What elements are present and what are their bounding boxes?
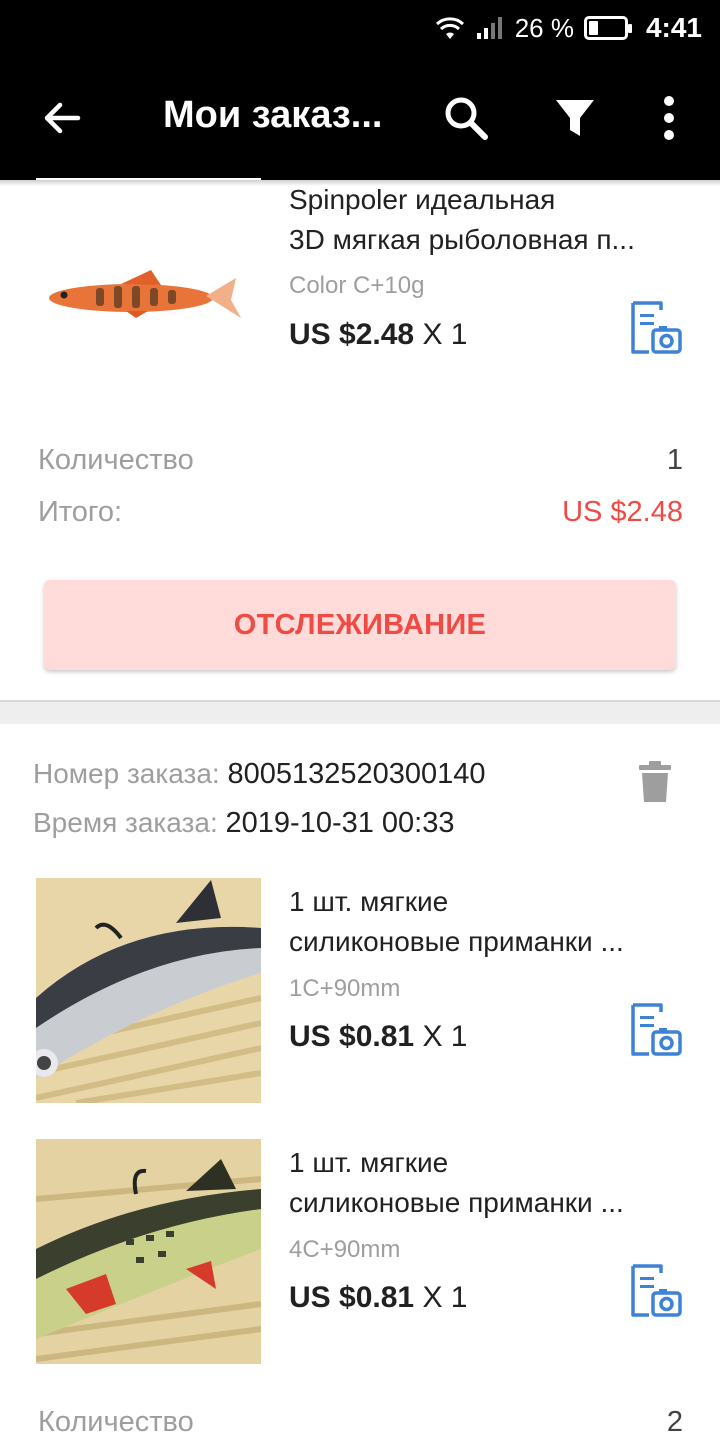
total-label: Итого: [38, 496, 123, 528]
order-time-value: 2019-10-31 00:33 [225, 807, 455, 839]
product-quantity: X 1 [422, 318, 468, 351]
product-image[interactable] [36, 1139, 261, 1364]
track-order-button[interactable]: ОТСЛЕЖИВАНИЕ [44, 580, 676, 670]
order-number: Номер заказа: 8005132520300140 [33, 758, 486, 790]
product-name[interactable]: Spinpoler идеальная 3D мягкая рыболовная… [289, 180, 689, 260]
trash-icon[interactable] [638, 760, 672, 804]
total-value: US $2.48 [562, 496, 683, 528]
photo-review-icon[interactable] [629, 300, 683, 356]
order-number-value: 8005132520300140 [227, 758, 486, 790]
product-image[interactable] [36, 878, 261, 1103]
product-quantity: X 1 [422, 1020, 468, 1053]
product-name[interactable]: 1 шт. мягкие силиконовые приманки ... [289, 1143, 689, 1223]
order-item[interactable]: 1 шт. мягкие силиконовые приманки ... 4C… [0, 1121, 720, 1381]
product-variant: Color C+10g [289, 272, 425, 299]
quantity-label: Количество [38, 444, 194, 476]
order-divider [0, 700, 720, 724]
order-item[interactable]: Spinpoler идеальная 3D мягкая рыболовная… [0, 0, 720, 420]
quantity-value: 1 [666, 444, 683, 476]
product-price: US $0.81 X 1 [289, 1281, 468, 1314]
product-name[interactable]: 1 шт. мягкие силиконовые приманки ... [289, 882, 689, 962]
order-time: Время заказа: 2019-10-31 00:33 [33, 807, 455, 839]
product-variant: 1C+90mm [289, 975, 401, 1002]
product-price: US $0.81 X 1 [289, 1020, 468, 1053]
appbar-shadow [0, 180, 720, 186]
photo-review-icon[interactable] [629, 1002, 683, 1058]
photo-review-icon[interactable] [629, 1263, 683, 1319]
quantity-value: 2 [666, 1406, 683, 1438]
product-quantity: X 1 [422, 1281, 468, 1314]
product-price: US $2.48 X 1 [289, 318, 468, 351]
product-variant: 4C+90mm [289, 1236, 401, 1263]
order-item[interactable]: 1 шт. мягкие силиконовые приманки ... 1C… [0, 860, 720, 1120]
product-image[interactable] [36, 178, 261, 403]
quantity-label: Количество [38, 1406, 194, 1438]
